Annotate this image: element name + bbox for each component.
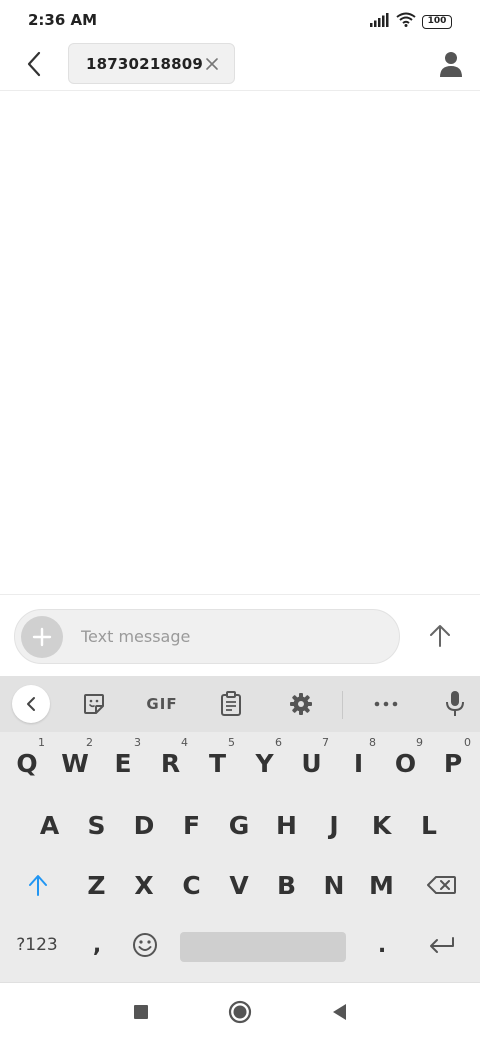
sticker-icon bbox=[84, 694, 104, 714]
more-button[interactable] bbox=[370, 686, 402, 722]
key-y[interactable]: Y6 bbox=[241, 734, 288, 792]
send-arrow-icon bbox=[430, 625, 450, 647]
key-i[interactable]: I8 bbox=[335, 734, 382, 792]
key-k[interactable]: K bbox=[358, 796, 405, 854]
key-w[interactable]: W2 bbox=[51, 734, 99, 792]
key-f[interactable]: F bbox=[168, 796, 215, 854]
voice-input-button[interactable] bbox=[440, 686, 470, 722]
home-circle-icon bbox=[228, 1000, 252, 1024]
keyboard: GIF Q 1 W 2 E 3 R 4 T 5 Y 6 U 7 I 8 O 9 … bbox=[0, 676, 480, 982]
system-nav-bar bbox=[0, 982, 480, 1040]
contact-button[interactable] bbox=[438, 50, 464, 78]
key-l[interactable]: L bbox=[405, 796, 453, 854]
compose-bar bbox=[0, 596, 480, 676]
message-input[interactable] bbox=[81, 610, 381, 663]
key-j[interactable]: J bbox=[310, 796, 358, 854]
backspace-key[interactable] bbox=[414, 856, 470, 914]
key-row-4-right: . bbox=[0, 916, 480, 974]
keyboard-toolbar: GIF bbox=[0, 676, 480, 732]
status-time: 2:36 AM bbox=[28, 11, 98, 29]
key-row-1: Q1 W2 E3 R4 T5 Y6 U7 I8 O9 P0 bbox=[0, 734, 480, 792]
settings-button[interactable] bbox=[286, 686, 316, 722]
chevron-left-icon bbox=[27, 697, 35, 711]
key-m[interactable]: M bbox=[358, 856, 405, 914]
key-x[interactable]: X bbox=[120, 856, 168, 914]
sticker-button[interactable] bbox=[78, 686, 110, 722]
key-row-2: A S D F G H J K L bbox=[0, 796, 480, 854]
conversation-header: 18730218809 bbox=[0, 42, 480, 91]
period-key[interactable]: . bbox=[360, 916, 404, 974]
key-r[interactable]: R4 bbox=[147, 734, 194, 792]
close-icon[interactable] bbox=[204, 56, 220, 72]
key-s[interactable]: S bbox=[73, 796, 120, 854]
plus-icon bbox=[32, 627, 52, 647]
toolbar-divider bbox=[342, 691, 343, 719]
signal-icon bbox=[370, 12, 390, 31]
recents-square-icon bbox=[134, 1005, 148, 1019]
key-b[interactable]: B bbox=[263, 856, 310, 914]
contact-icon bbox=[440, 52, 462, 77]
send-button[interactable] bbox=[424, 620, 456, 652]
status-bar: 2:36 AM 100 bbox=[0, 0, 480, 42]
gear-icon bbox=[290, 693, 312, 715]
key-a[interactable]: A bbox=[26, 796, 73, 854]
keyboard-collapse-button[interactable] bbox=[12, 685, 50, 723]
key-t[interactable]: T5 bbox=[194, 734, 241, 792]
clipboard-button[interactable] bbox=[216, 686, 246, 722]
key-c[interactable]: C bbox=[168, 856, 215, 914]
key-row-3: Z X C V B N M bbox=[0, 856, 480, 914]
key-q[interactable]: Q1 bbox=[3, 734, 51, 792]
key-o[interactable]: O9 bbox=[382, 734, 429, 792]
battery-icon: 100 bbox=[422, 14, 452, 29]
key-p[interactable]: P0 bbox=[429, 734, 477, 792]
key-h[interactable]: H bbox=[263, 796, 310, 854]
key-n[interactable]: N bbox=[310, 856, 358, 914]
key-v[interactable]: V bbox=[215, 856, 263, 914]
enter-icon bbox=[430, 937, 454, 953]
enter-key[interactable] bbox=[414, 916, 470, 974]
recipient-chip[interactable]: 18730218809 bbox=[68, 43, 235, 84]
back-arrow-icon bbox=[27, 51, 41, 77]
key-z[interactable]: Z bbox=[73, 856, 120, 914]
recipient-number: 18730218809 bbox=[86, 54, 204, 73]
gif-button[interactable]: GIF bbox=[142, 686, 182, 722]
more-icon bbox=[374, 701, 398, 707]
gif-icon: GIF bbox=[146, 695, 178, 713]
microphone-icon bbox=[446, 691, 464, 716]
status-icons: 100 bbox=[370, 12, 452, 31]
home-button[interactable] bbox=[225, 997, 255, 1027]
back-triangle-icon bbox=[333, 1004, 346, 1020]
shift-key[interactable] bbox=[10, 856, 66, 914]
key-e[interactable]: E3 bbox=[99, 734, 147, 792]
recents-button[interactable] bbox=[126, 997, 156, 1027]
compose-field bbox=[14, 609, 400, 664]
backspace-icon bbox=[427, 876, 456, 894]
attach-button[interactable] bbox=[21, 616, 63, 658]
back-nav-button[interactable] bbox=[324, 997, 354, 1027]
key-g[interactable]: G bbox=[215, 796, 263, 854]
key-u[interactable]: U7 bbox=[288, 734, 335, 792]
key-d[interactable]: D bbox=[120, 796, 168, 854]
back-button[interactable] bbox=[20, 50, 48, 78]
message-thread[interactable] bbox=[0, 91, 480, 595]
wifi-icon bbox=[396, 12, 416, 31]
clipboard-icon bbox=[221, 691, 241, 716]
shift-icon bbox=[29, 875, 47, 896]
